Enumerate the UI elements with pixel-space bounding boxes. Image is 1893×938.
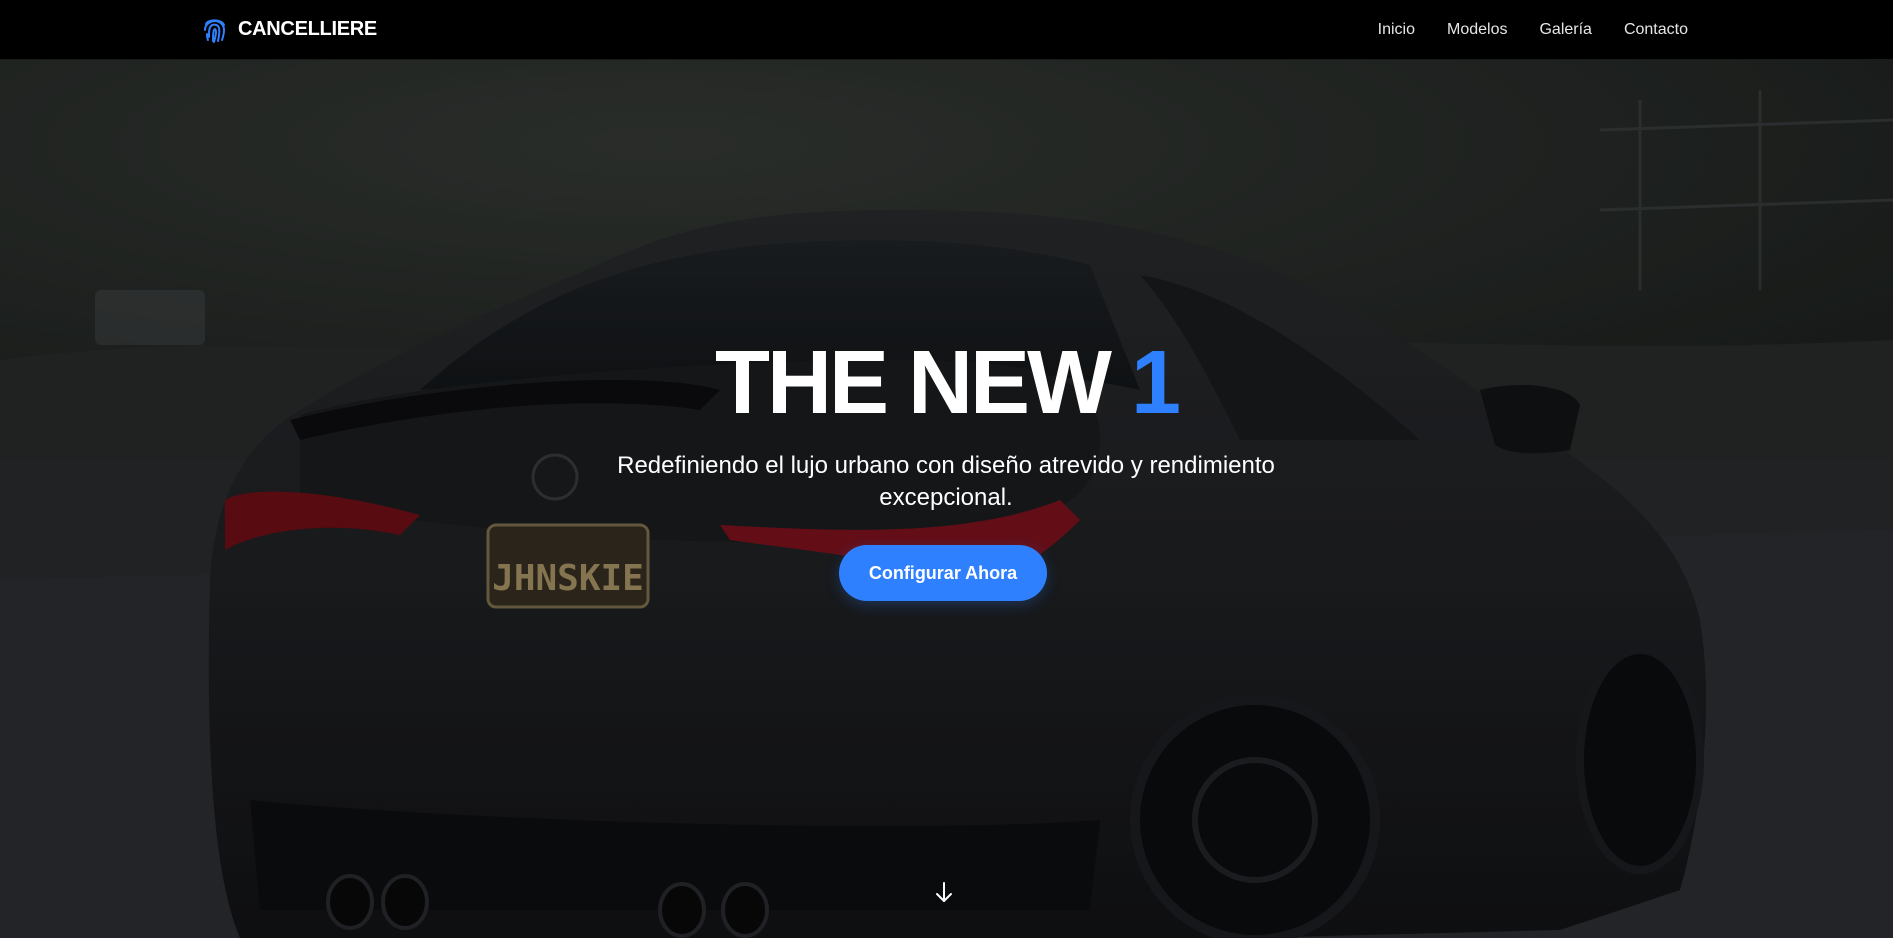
brand-name: CANCELLIERE bbox=[238, 17, 377, 40]
landing-page: CANCELLIERE Inicio Modelos Galería Conta… bbox=[0, 0, 1893, 938]
brand-logo-link[interactable]: CANCELLIERE bbox=[202, 14, 377, 44]
navbar: CANCELLIERE Inicio Modelos Galería Conta… bbox=[0, 0, 1893, 60]
hero-subtitle: Redefiniendo el lujo urbano con diseño a… bbox=[617, 452, 1275, 511]
hero-title-accent: 1 bbox=[1130, 333, 1181, 433]
hero-title: THE NEW 1 bbox=[0, 338, 1893, 428]
hero-content: THE NEW 1 Redefiniendo el lujo urbano co… bbox=[0, 60, 1893, 938]
nav-link-galeria[interactable]: Galería bbox=[1539, 21, 1591, 39]
nav-link-modelos[interactable]: Modelos bbox=[1447, 21, 1507, 39]
nav-link-inicio[interactable]: Inicio bbox=[1378, 21, 1415, 39]
arrow-down-icon[interactable] bbox=[933, 880, 955, 904]
hero-section: JHNSKIE THE NEW 1 Redefiniendo el lujo u… bbox=[0, 60, 1893, 938]
hero-title-main: THE NEW bbox=[714, 333, 1112, 433]
nav-link-contacto[interactable]: Contacto bbox=[1624, 21, 1688, 39]
main-nav: Inicio Modelos Galería Contacto bbox=[1378, 0, 1688, 60]
fingerprint-icon bbox=[204, 19, 226, 43]
configure-now-button[interactable]: Configurar Ahora bbox=[839, 545, 1047, 601]
